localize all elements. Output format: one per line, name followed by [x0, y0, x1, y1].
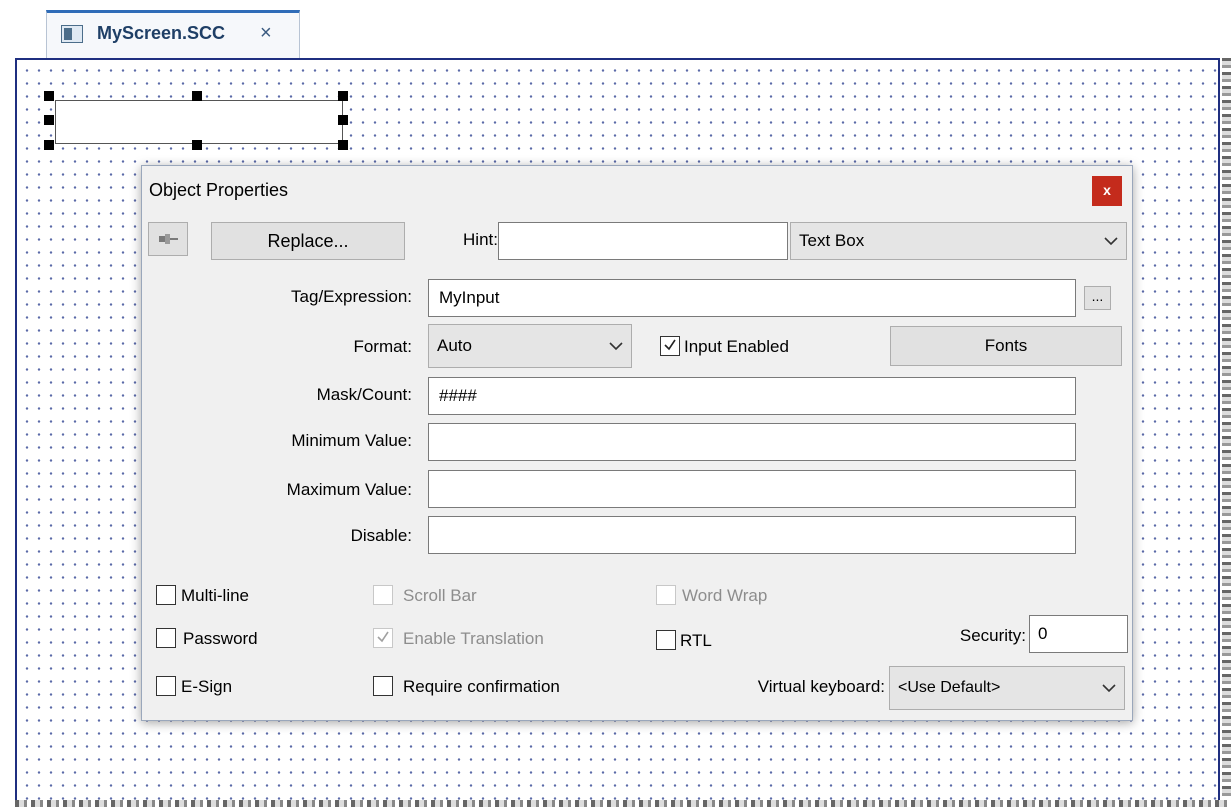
require-confirmation-label: Require confirmation: [403, 677, 560, 696]
screen-icon: [61, 25, 83, 43]
mask-count-label: Mask/Count:: [316, 385, 412, 404]
rtl-label: RTL: [680, 631, 712, 650]
resize-handle[interactable]: [192, 140, 202, 150]
word-wrap-checkbox: [656, 585, 676, 605]
multi-line-label: Multi-line: [181, 586, 250, 605]
disable-label: Disable:: [350, 526, 412, 545]
input-enabled-checkbox[interactable]: [660, 336, 680, 356]
tag-expression-input[interactable]: MyInput: [428, 279, 1076, 317]
resize-handle[interactable]: [44, 115, 54, 125]
resize-handle[interactable]: [44, 91, 54, 101]
pin-button[interactable]: [148, 222, 188, 256]
maximum-value-label: Maximum Value:: [286, 480, 412, 499]
selected-text-box[interactable]: [55, 100, 343, 144]
virtual-keyboard-value: <Use Default>: [898, 679, 1001, 696]
scroll-bar-checkbox: [373, 585, 393, 605]
torn-edge-bottom: [15, 800, 1231, 807]
object-type-value: Text Box: [799, 231, 865, 250]
tab-title: MyScreen.SCC: [97, 23, 226, 43]
hint-label: Hint:: [463, 230, 498, 249]
security-input[interactable]: 0: [1029, 615, 1128, 653]
resize-handle[interactable]: [338, 91, 348, 101]
tab-myscreen[interactable]: MyScreen.SCC ×: [46, 10, 300, 60]
password-label: Password: [183, 629, 258, 648]
rtl-checkbox[interactable]: [656, 630, 676, 650]
pin-icon: [159, 234, 178, 244]
dialog-title: Object Properties: [149, 180, 289, 200]
resize-handle[interactable]: [338, 140, 348, 150]
security-label: Security:: [959, 626, 1026, 645]
format-label: Format:: [353, 337, 412, 356]
multi-line-checkbox[interactable]: [156, 585, 176, 605]
enable-translation-checkbox: [373, 628, 393, 648]
tab-close-icon[interactable]: ×: [260, 22, 272, 45]
virtual-keyboard-select[interactable]: <Use Default>: [889, 666, 1125, 710]
e-sign-checkbox[interactable]: [156, 676, 176, 696]
resize-handle[interactable]: [338, 115, 348, 125]
torn-edge-right: [1222, 58, 1231, 807]
tag-expression-label: Tag/Expression:: [291, 287, 412, 306]
fonts-button[interactable]: Fonts: [890, 326, 1122, 366]
dialog-close-button[interactable]: x: [1092, 176, 1122, 206]
e-sign-label: E-Sign: [181, 677, 233, 696]
minimum-value-input[interactable]: [428, 423, 1076, 461]
minimum-value-label: Minimum Value:: [291, 431, 412, 450]
resize-handle[interactable]: [192, 91, 202, 101]
resize-handle[interactable]: [44, 140, 54, 150]
chevron-down-icon: [1102, 684, 1116, 693]
format-value: Auto: [437, 336, 472, 355]
require-confirmation-checkbox[interactable]: [373, 676, 393, 696]
password-checkbox[interactable]: [156, 628, 176, 648]
format-select[interactable]: Auto: [428, 324, 632, 368]
disable-input[interactable]: [428, 516, 1076, 554]
enable-translation-label: Enable Translation: [403, 629, 544, 648]
document-tab-strip: MyScreen.SCC ×: [0, 0, 1231, 60]
checkmark-icon: [377, 631, 389, 643]
mask-count-input[interactable]: ####: [428, 377, 1076, 415]
object-properties-dialog: Object Properties x Replace... Hint: Tex…: [141, 165, 1133, 721]
hint-input[interactable]: [498, 222, 788, 260]
object-type-select[interactable]: Text Box: [790, 222, 1127, 260]
chevron-down-icon: [609, 342, 623, 351]
checkmark-icon: [664, 339, 676, 351]
replace-button[interactable]: Replace...: [211, 222, 405, 260]
virtual-keyboard-label: Virtual keyboard:: [757, 677, 885, 696]
tag-browse-button[interactable]: ...: [1084, 286, 1111, 310]
scroll-bar-label: Scroll Bar: [403, 586, 477, 605]
input-enabled-label: Input Enabled: [684, 337, 789, 356]
maximum-value-input[interactable]: [428, 470, 1076, 508]
chevron-down-icon: [1104, 237, 1118, 246]
word-wrap-label: Word Wrap: [682, 586, 768, 605]
